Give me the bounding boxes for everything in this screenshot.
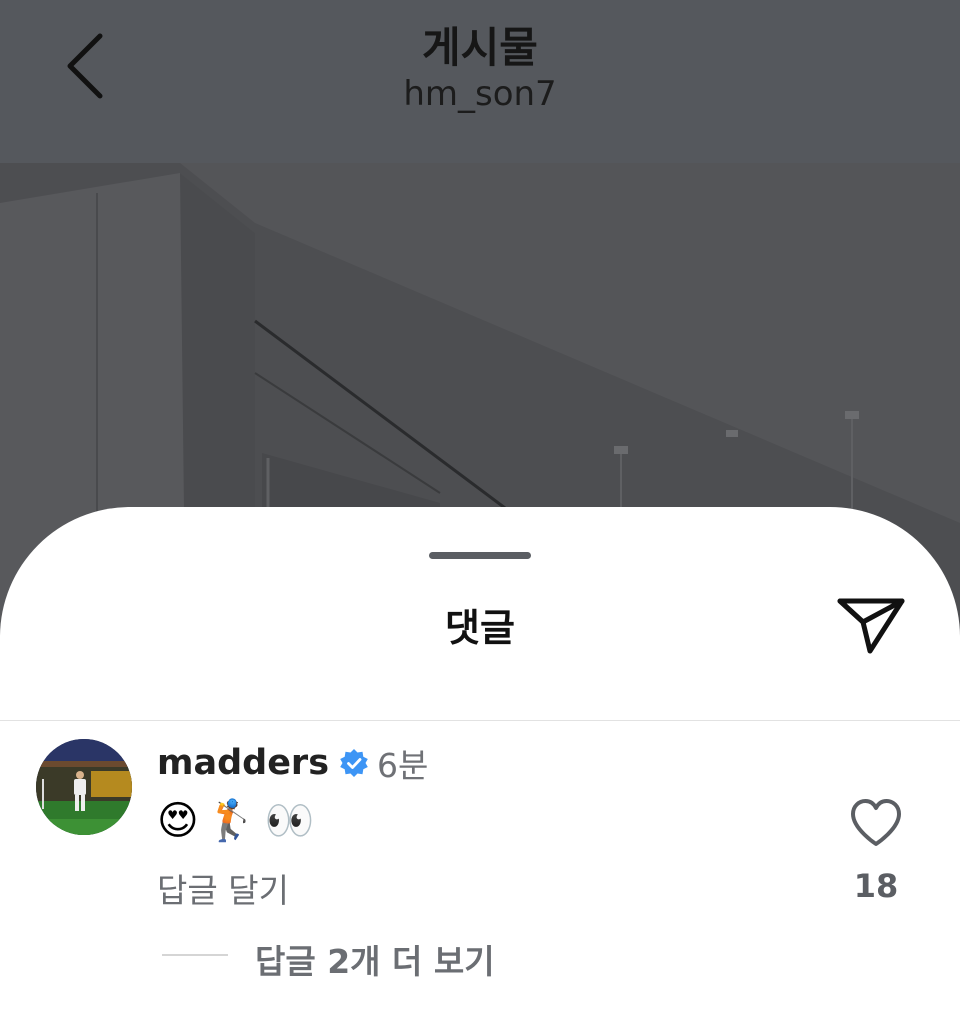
comment-username[interactable]: madders (157, 743, 329, 783)
share-button[interactable] (832, 589, 912, 659)
like-button[interactable] (848, 797, 904, 849)
sheet-divider (0, 720, 960, 721)
sheet-grabber-handle[interactable] (429, 552, 531, 559)
reply-button[interactable]: 답글 달기 (157, 864, 289, 912)
avatar[interactable] (36, 739, 132, 835)
replies-thread-line (162, 954, 228, 956)
view-more-replies-button[interactable]: 답글 2개 더 보기 (255, 935, 495, 983)
heart-icon (851, 799, 901, 846)
comment-text: 😍🏌️👀 (157, 798, 323, 844)
paper-plane-icon (837, 598, 905, 654)
like-count: 18 (853, 867, 899, 905)
avatar-image (36, 739, 132, 835)
top-bar: 게시물 hm_son7 (0, 0, 960, 163)
comments-title: 댓글 (445, 606, 515, 650)
comments-sheet: 댓글 madders 6분 😍🏌️👀 답글 달기 18 답글 2개 더 보기 (0, 507, 960, 1014)
comment-header: madders 6분 (157, 743, 428, 785)
verified-badge-icon (340, 749, 368, 777)
page-title: 게시물 (422, 23, 538, 72)
comment-timestamp: 6분 (377, 746, 429, 785)
post-author-username: hm_son7 (403, 74, 557, 114)
